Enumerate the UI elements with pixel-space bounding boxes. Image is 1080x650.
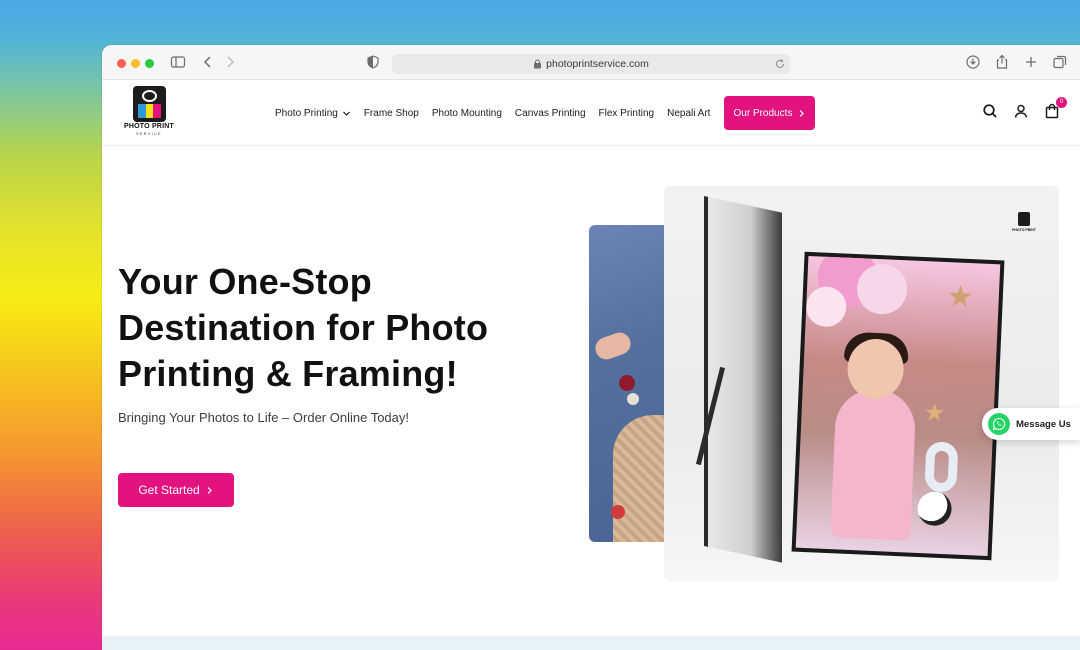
whatsapp-chat-button[interactable]: Message Us xyxy=(982,408,1080,440)
nav-nepali-art[interactable]: Nepali Art xyxy=(667,108,710,119)
download-icon[interactable] xyxy=(965,54,981,70)
side-frame xyxy=(704,196,782,563)
whatsapp-icon xyxy=(988,413,1010,435)
new-tab-icon[interactable] xyxy=(1023,54,1039,70)
browser-toolbar: photoprintservice.com xyxy=(102,45,1080,80)
watermark-text: PHOTO PRINT xyxy=(1012,228,1036,232)
forward-icon[interactable] xyxy=(222,54,238,70)
chevron-right-icon xyxy=(799,109,805,117)
browser-window: photoprintservice.com PHOTO PRINT SERVIC… xyxy=(102,45,1080,650)
get-started-button[interactable]: Get Started xyxy=(118,473,234,507)
logo-subtext: SERVICE xyxy=(136,132,162,136)
nav-canvas-printing[interactable]: Canvas Printing xyxy=(515,108,586,119)
close-window-button[interactable] xyxy=(117,59,126,68)
url-text: photoprintservice.com xyxy=(546,58,649,70)
site-header: PHOTO PRINT SERVICE Photo Printing Frame… xyxy=(102,80,1080,146)
hero-secondary-image xyxy=(589,225,669,542)
nav-frame-shop[interactable]: Frame Shop xyxy=(364,108,419,119)
cart-count-badge: 0 xyxy=(1056,97,1067,108)
sidebar-icon[interactable] xyxy=(170,54,186,70)
cart-button[interactable]: 0 xyxy=(1044,97,1067,119)
maximize-window-button[interactable] xyxy=(145,59,154,68)
nav-label: Photo Printing xyxy=(275,107,338,119)
lock-icon xyxy=(534,59,542,69)
address-bar[interactable]: photoprintservice.com xyxy=(392,54,790,74)
hero-title: Your One-Stop Destination for Photo Prin… xyxy=(118,261,489,394)
hero-subtitle: Bringing Your Photos to Life – Order Onl… xyxy=(118,410,410,425)
nav-photo-printing[interactable]: Photo Printing xyxy=(275,108,351,119)
message-us-label: Message Us xyxy=(1016,418,1071,430)
logo-text: PHOTO PRINT xyxy=(124,123,174,130)
share-icon[interactable] xyxy=(994,54,1010,70)
search-icon[interactable] xyxy=(982,103,998,119)
hero-section: Your One-Stop Destination for Photo Prin… xyxy=(102,146,1080,650)
chevron-down-icon xyxy=(342,111,350,116)
account-icon[interactable] xyxy=(1013,103,1029,119)
soccer-ball xyxy=(916,490,953,527)
camera-logo-icon xyxy=(133,86,166,122)
main-nav: Photo Printing Frame Shop Photo Mounting… xyxy=(275,80,816,146)
framed-photo: ★ ★ xyxy=(791,251,1005,561)
nav-flex-printing[interactable]: Flex Printing xyxy=(599,108,655,119)
back-icon[interactable] xyxy=(200,54,216,70)
header-actions: 0 xyxy=(967,97,1067,119)
tab-overview-icon[interactable] xyxy=(1052,54,1068,70)
get-started-label: Get Started xyxy=(138,483,200,497)
minimize-window-button[interactable] xyxy=(131,59,140,68)
our-products-label: Our Products xyxy=(733,107,793,119)
hero-main-image: PHOTO PRINT ★ ★ xyxy=(664,186,1059,581)
our-products-button[interactable]: Our Products xyxy=(724,96,816,130)
image-watermark-logo: PHOTO PRINT xyxy=(1011,212,1037,236)
reload-icon[interactable] xyxy=(774,58,786,70)
nav-photo-mounting[interactable]: Photo Mounting xyxy=(432,108,502,119)
site-logo[interactable]: PHOTO PRINT SERVICE xyxy=(118,86,180,140)
chevron-right-icon xyxy=(207,486,212,494)
next-section-strip xyxy=(102,636,1080,650)
privacy-shield-icon[interactable] xyxy=(365,54,381,70)
